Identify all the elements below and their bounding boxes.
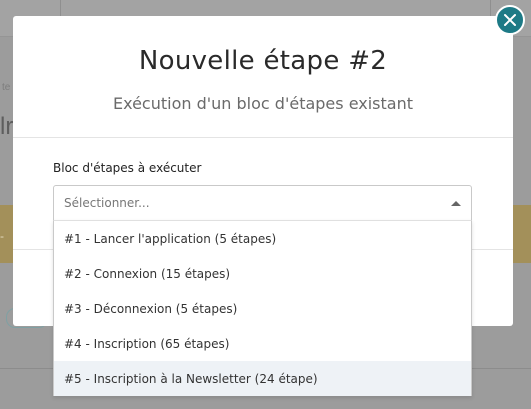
- background-heading: lr: [0, 113, 14, 140]
- caret-up-icon[interactable]: [451, 201, 461, 206]
- background-banner-text: -: [0, 229, 4, 243]
- option-item[interactable]: #4 - Inscription (65 étapes): [54, 326, 471, 361]
- close-button[interactable]: [495, 5, 525, 35]
- block-select[interactable]: Sélectionner...: [53, 185, 472, 221]
- background-breadcrumb: te: [2, 82, 11, 93]
- select-placeholder: Sélectionner...: [64, 196, 150, 210]
- close-icon: [504, 14, 516, 26]
- option-item-highlighted[interactable]: #5 - Inscription à la Newsletter (24 éta…: [54, 361, 471, 396]
- modal-title: Nouvelle étape #2: [138, 46, 388, 76]
- modal-subtitle: Exécution d'un bloc d'étapes existant: [113, 94, 413, 113]
- select-dropdown: #1 - Lancer l'application (5 étapes) #2 …: [53, 220, 472, 396]
- option-item[interactable]: #3 - Déconnexion (5 étapes): [54, 291, 471, 326]
- field-label: Bloc d'étapes à exécuter: [53, 161, 202, 175]
- option-item[interactable]: #1 - Lancer l'application (5 étapes): [54, 221, 471, 256]
- option-item[interactable]: #2 - Connexion (15 étapes): [54, 256, 471, 291]
- modal-header: Nouvelle étape #2 Exécution d'un bloc d'…: [13, 16, 513, 138]
